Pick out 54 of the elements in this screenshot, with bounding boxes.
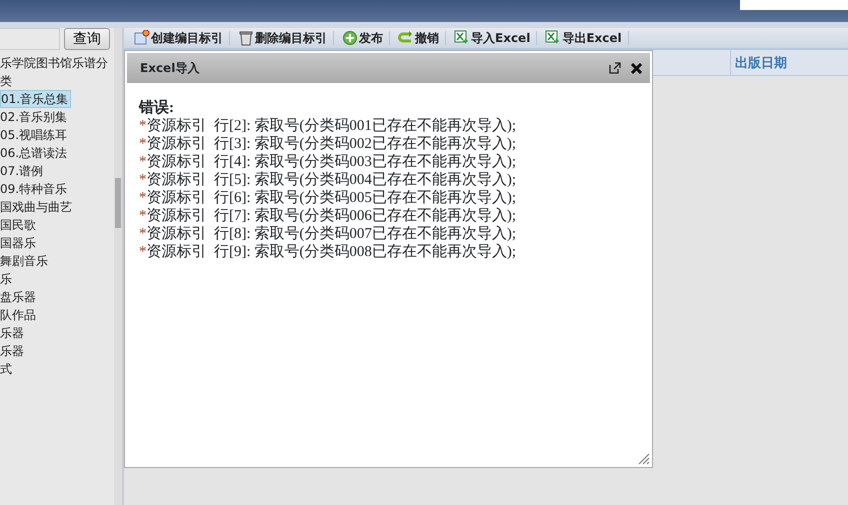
- toolbar-button[interactable]: 删除编目标引: [236, 31, 334, 45]
- tree-item[interactable]: 05.视唱练耳: [0, 126, 70, 144]
- error-message: 资源标引 行[4]: 索取号(分类码003已存在不能再次导入);: [146, 154, 516, 170]
- error-message: 资源标引 行[2]: 索取号(分类码001已存在不能再次导入);: [146, 118, 516, 134]
- tree-item[interactable]: 01.音乐总集: [0, 90, 72, 108]
- toolbar-button[interactable]: 导出Excel: [543, 31, 629, 45]
- trash-icon: [238, 30, 254, 46]
- tree-item[interactable]: 乐器: [0, 342, 26, 360]
- tree-item[interactable]: 07.谱例: [0, 162, 46, 180]
- toolbar-button[interactable]: 撤销: [396, 31, 446, 45]
- tree-item[interactable]: 乐学院图书馆乐谱分: [0, 54, 110, 72]
- scrollbar[interactable]: [114, 28, 122, 505]
- bullet-mark: *: [139, 208, 146, 224]
- spreadsheet-icon: [545, 30, 562, 46]
- tree-item[interactable]: 式: [0, 360, 14, 378]
- tree-item[interactable]: 02.音乐别集: [0, 108, 70, 126]
- toolbar-button[interactable]: 导入Excel: [452, 31, 538, 45]
- toolbar-button[interactable]: 创建编目标引: [132, 31, 230, 45]
- resize-grip-icon[interactable]: [638, 453, 650, 465]
- new-document-icon: [134, 30, 150, 46]
- tree-item[interactable]: 国民歌: [0, 216, 38, 234]
- tree-item[interactable]: 盘乐器: [0, 288, 38, 306]
- bullet-mark: *: [139, 136, 146, 152]
- toolbar-button[interactable]: 发布: [340, 31, 390, 45]
- tree-item[interactable]: 09.特种音乐: [0, 180, 70, 198]
- tree-item[interactable]: 乐: [0, 270, 14, 288]
- bullet-mark: *: [139, 226, 146, 242]
- tree-item[interactable]: 国戏曲与曲艺: [0, 198, 74, 216]
- popout-icon[interactable]: [609, 62, 621, 74]
- column-header: 出版日期: [730, 50, 848, 75]
- tree-item[interactable]: 乐器: [0, 324, 26, 342]
- tree-item[interactable]: 06.总谱读法: [0, 144, 70, 162]
- error-heading: 错误:: [139, 99, 175, 117]
- tree-item[interactable]: 类: [0, 72, 14, 90]
- tree-item[interactable]: 舞剧音乐: [0, 252, 50, 270]
- error-message: 资源标引 行[9]: 索取号(分类码008已存在不能再次导入);: [146, 244, 516, 260]
- bullet-mark: *: [139, 190, 146, 206]
- dialog-title: Excel导入: [140, 60, 200, 77]
- tree-item[interactable]: 队作品: [0, 306, 38, 324]
- error-message: 资源标引 行[7]: 索取号(分类码006已存在不能再次导入);: [146, 208, 516, 224]
- bullet-mark: *: [139, 244, 146, 260]
- bullet-mark: *: [139, 118, 146, 134]
- error-message: 资源标引 行[5]: 索取号(分类码004已存在不能再次导入);: [146, 172, 516, 188]
- error-message: 资源标引 行[8]: 索取号(分类码007已存在不能再次导入);: [146, 226, 516, 242]
- search-field[interactable]: [0, 28, 60, 50]
- close-icon[interactable]: [631, 62, 642, 74]
- bullet-mark: *: [139, 172, 146, 188]
- spreadsheet-icon: [454, 30, 470, 46]
- bullet-mark: *: [139, 154, 146, 170]
- search-button[interactable]: 查询: [64, 28, 110, 50]
- error-message: 资源标引 行[6]: 索取号(分类码005已存在不能再次导入);: [146, 190, 516, 206]
- plus-circle-icon: [342, 30, 358, 46]
- tree-item[interactable]: 国器乐: [0, 234, 38, 252]
- error-message: 资源标引 行[3]: 索取号(分类码002已存在不能再次导入);: [146, 136, 516, 152]
